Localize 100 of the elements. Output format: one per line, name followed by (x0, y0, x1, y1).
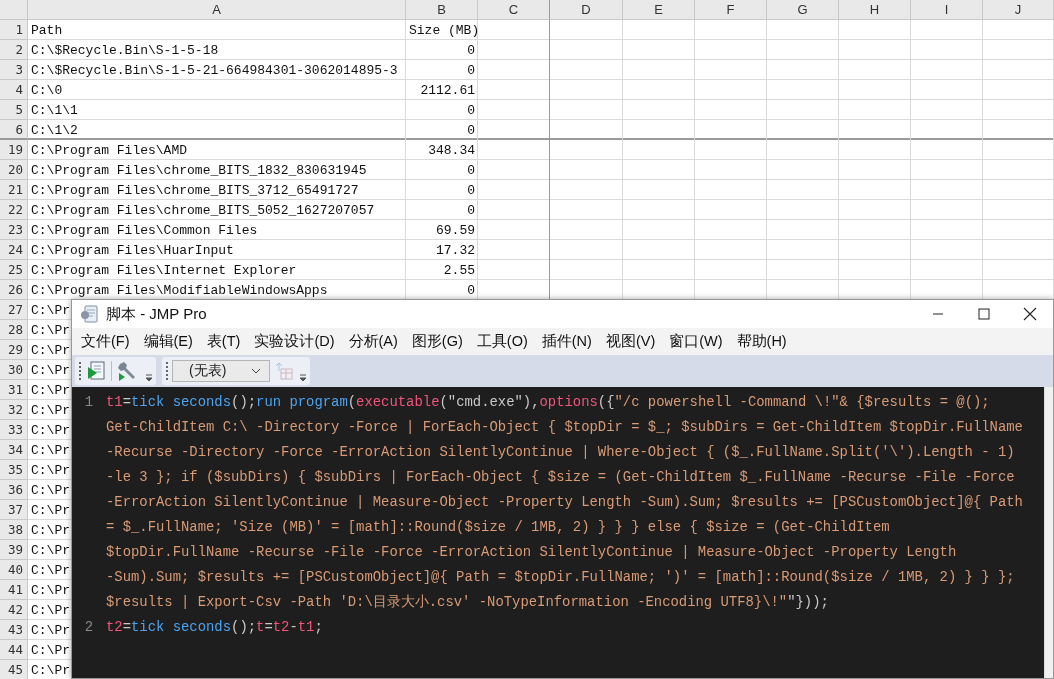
table-cell: 17.32 (436, 242, 475, 258)
menu-item[interactable]: 实验设计(D) (248, 332, 343, 351)
row-header[interactable]: 5 (0, 100, 28, 120)
table-dropdown[interactable]: (无表) (172, 360, 270, 382)
column-header[interactable]: J (983, 0, 1054, 20)
column-header[interactable]: A (28, 0, 406, 20)
row-header[interactable]: 20 (0, 160, 28, 180)
code-line: -Recurse -Directory -Force -ErrorAction SilentlyContinue | Where-Object { ($_.FullName.Split('\').Length - 1) (106, 443, 1016, 462)
menu-item[interactable]: 分析(A) (342, 332, 406, 351)
column-header[interactable]: G (767, 0, 839, 20)
line-number: 1 (83, 393, 95, 412)
row-header[interactable]: 42 (0, 600, 28, 620)
row-header[interactable]: 28 (0, 320, 28, 340)
table-cell: C:\Program Files\chrome_BITS_1832_830631945 (31, 162, 367, 178)
menu-item[interactable]: 工具(O) (470, 332, 536, 351)
column-header[interactable]: I (911, 0, 983, 20)
menu-item[interactable]: 图形(G) (405, 332, 471, 351)
table-cell: C:\Program Files\ModifiableWindowsApps (31, 282, 328, 298)
row-header[interactable]: 22 (0, 200, 28, 220)
code-line: $results | Export-Csv -Path 'D:\目录大小.csv' -NoTypeInformation -Encoding UTF8}\!""})); (106, 593, 830, 612)
table-cell: C:\Pr (31, 422, 70, 438)
table-cell: C:\Program Files\chrome_BITS_5052_1627207057 (31, 202, 375, 218)
table-cell: C:\$Recycle.Bin\S-1-5-18 (31, 42, 219, 58)
table-cell: C:\Pr (31, 582, 70, 598)
row-header[interactable]: 24 (0, 240, 28, 260)
menu-item[interactable]: 表(T) (200, 332, 249, 351)
column-header[interactable]: F (695, 0, 767, 20)
menu-item[interactable]: 窗口(W) (663, 332, 731, 351)
row-header[interactable]: 34 (0, 440, 28, 460)
code-editor[interactable] (72, 387, 1053, 678)
table-cell: C:\Pr (31, 642, 70, 658)
table-cell: C:\Pr (31, 562, 70, 578)
menu-item[interactable]: 视图(V) (599, 332, 664, 351)
table-cell: C:\Pr (31, 402, 70, 418)
table-cell: 0 (467, 122, 475, 138)
table-cell: C:\Pr (31, 622, 70, 638)
table-cell: C:\Program Files\Common Files (31, 222, 258, 238)
row-header[interactable]: 37 (0, 500, 28, 520)
code-line: -Sum).Sum; $results += [PSCustomObject]@{ Path = $topDir.FullName; ')' = [math]::Round($size / 1MB, 2) } } }; (106, 568, 1016, 587)
code-line: -le 3 }; if ($subDirs) { $subDirs | ForEach-Object { $size = (Get-ChildItem $_.FullName -Recurse -File -Force (106, 468, 1016, 487)
row-header[interactable]: 1 (0, 20, 28, 40)
scrollbar[interactable] (1044, 387, 1053, 678)
row-header[interactable]: 36 (0, 480, 28, 500)
table-cell: C:\Pr (31, 662, 70, 678)
table-cell: C:\Pr (31, 502, 70, 518)
row-header[interactable]: 32 (0, 400, 28, 420)
column-header[interactable]: B (406, 0, 478, 20)
table-cell: C:\Pr (31, 542, 70, 558)
row-header[interactable]: 44 (0, 640, 28, 660)
column-header[interactable]: E (623, 0, 695, 20)
row-header[interactable]: 39 (0, 540, 28, 560)
table-cell: C:\Pr (31, 602, 70, 618)
row-header[interactable]: 40 (0, 560, 28, 580)
table-cell: 0 (467, 282, 475, 298)
table-cell: C:\Program Files\Internet Explorer (31, 262, 297, 278)
menu-item[interactable]: 文件(F) (75, 332, 138, 351)
line-number: 2 (83, 618, 95, 637)
row-header[interactable]: 31 (0, 380, 28, 400)
row-header[interactable]: 25 (0, 260, 28, 280)
table-cell: C:\Pr (31, 342, 70, 358)
row-header[interactable]: 19 (0, 140, 28, 160)
run-script-icon[interactable] (85, 360, 107, 382)
row-header[interactable]: 38 (0, 520, 28, 540)
row-header[interactable]: 45 (0, 660, 28, 679)
row-header[interactable]: 3 (0, 60, 28, 80)
table-cell: C:\Program Files\chrome_BITS_3712_65491727 (31, 182, 359, 198)
table-cell: C:\Pr (31, 302, 70, 318)
table-cell: C:\Program Files\AMD (31, 142, 188, 158)
menu-item[interactable]: 编辑(E) (137, 332, 201, 351)
table-cell: C:\0 (31, 82, 63, 98)
table-cell: C:\Pr (31, 442, 70, 458)
table-cell: 0 (467, 182, 475, 198)
overflow-icon[interactable] (298, 372, 308, 382)
table-cell: C:\1\1 (31, 102, 78, 118)
code-line: = $_.FullName; 'Size (MB)' = [math]::Round($size / 1MB, 2) } } } else { $size = (Get-ChildItem (106, 518, 891, 537)
overflow-icon[interactable] (144, 372, 154, 382)
menu-item[interactable]: 帮助(H) (730, 332, 795, 351)
column-header[interactable]: H (839, 0, 911, 20)
row-header[interactable]: 4 (0, 80, 28, 100)
row-header[interactable]: 6 (0, 120, 28, 140)
row-header[interactable]: 41 (0, 580, 28, 600)
row-header[interactable]: 21 (0, 180, 28, 200)
column-header[interactable]: D (550, 0, 623, 20)
row-header[interactable]: 23 (0, 220, 28, 240)
row-header[interactable]: 43 (0, 620, 28, 640)
row-header[interactable]: 26 (0, 280, 28, 300)
table-cell: C:\Pr (31, 522, 70, 538)
row-header[interactable]: 2 (0, 40, 28, 60)
column-header[interactable]: C (478, 0, 550, 20)
table-cell: Path (31, 22, 63, 38)
row-header[interactable]: 27 (0, 300, 28, 320)
table-cell: 0 (467, 42, 475, 58)
table-cell: 2.55 (443, 262, 475, 278)
table-cell: C:\1\2 (31, 122, 78, 138)
row-header[interactable]: 30 (0, 360, 28, 380)
row-header[interactable]: 35 (0, 460, 28, 480)
row-header[interactable]: 33 (0, 420, 28, 440)
menu-item[interactable]: 插件(N) (535, 332, 600, 351)
table-cell: C:\Pr (31, 382, 70, 398)
row-header[interactable]: 29 (0, 340, 28, 360)
